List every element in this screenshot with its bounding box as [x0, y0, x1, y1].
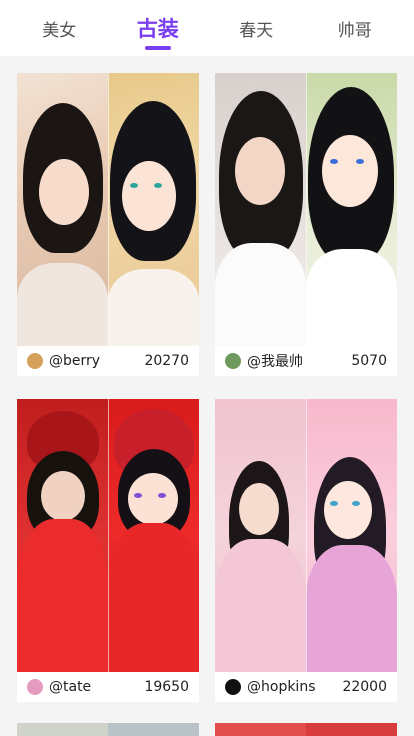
category-tab-bar: 美女 古装 春天 帅哥: [0, 0, 414, 56]
anime-art-half: [306, 73, 397, 346]
original-photo-half: [215, 73, 306, 346]
like-count: 20270: [144, 353, 189, 369]
card-grid: @berry 20270 @我最帅 5070 @tate 19650 @hopk…: [0, 56, 414, 736]
card-item[interactable]: @berry 20270: [17, 73, 199, 376]
original-photo-half: [17, 73, 108, 346]
username[interactable]: @berry: [49, 353, 144, 369]
card-photo[interactable]: [215, 73, 397, 346]
username[interactable]: @我最帅: [247, 351, 351, 371]
like-count: 5070: [351, 353, 387, 369]
user-avatar[interactable]: [225, 679, 241, 695]
card-footer: @hopkins 22000: [215, 672, 397, 702]
tab-spring[interactable]: 春天: [221, 0, 291, 56]
card-photo[interactable]: [215, 399, 397, 672]
card-photo[interactable]: [17, 399, 199, 672]
card-item[interactable]: @我最帅 5070: [215, 73, 397, 376]
tab-handsome[interactable]: 帅哥: [320, 0, 390, 56]
like-count: 22000: [342, 679, 387, 695]
card-item[interactable]: @tate 19650: [17, 399, 199, 702]
tab-label: 帅哥: [337, 20, 372, 41]
original-photo-half: [17, 399, 108, 672]
username[interactable]: @tate: [49, 679, 144, 695]
anime-art-half: [306, 399, 397, 672]
card-item[interactable]: @hopkins 22000: [215, 399, 397, 702]
anime-art-half: [108, 73, 199, 346]
card-item[interactable]: [17, 723, 199, 736]
card-photo[interactable]: [17, 73, 199, 346]
username[interactable]: @hopkins: [247, 679, 342, 695]
user-avatar[interactable]: [225, 353, 241, 369]
card-footer: @berry 20270: [17, 346, 199, 376]
card-footer: @我最帅 5070: [215, 346, 397, 376]
tab-label: 古装: [136, 17, 179, 41]
like-count: 19650: [144, 679, 189, 695]
anime-art-half: [108, 399, 199, 672]
active-tab-indicator: [144, 46, 171, 50]
tab-ancient-costume[interactable]: 古装: [123, 0, 193, 56]
card-item[interactable]: [215, 723, 397, 736]
tab-beauty[interactable]: 美女: [24, 0, 94, 56]
original-photo-half: [215, 399, 306, 672]
tab-label: 美女: [42, 20, 77, 41]
user-avatar[interactable]: [27, 353, 43, 369]
card-footer: @tate 19650: [17, 672, 199, 702]
tab-label: 春天: [239, 20, 274, 41]
user-avatar[interactable]: [27, 679, 43, 695]
